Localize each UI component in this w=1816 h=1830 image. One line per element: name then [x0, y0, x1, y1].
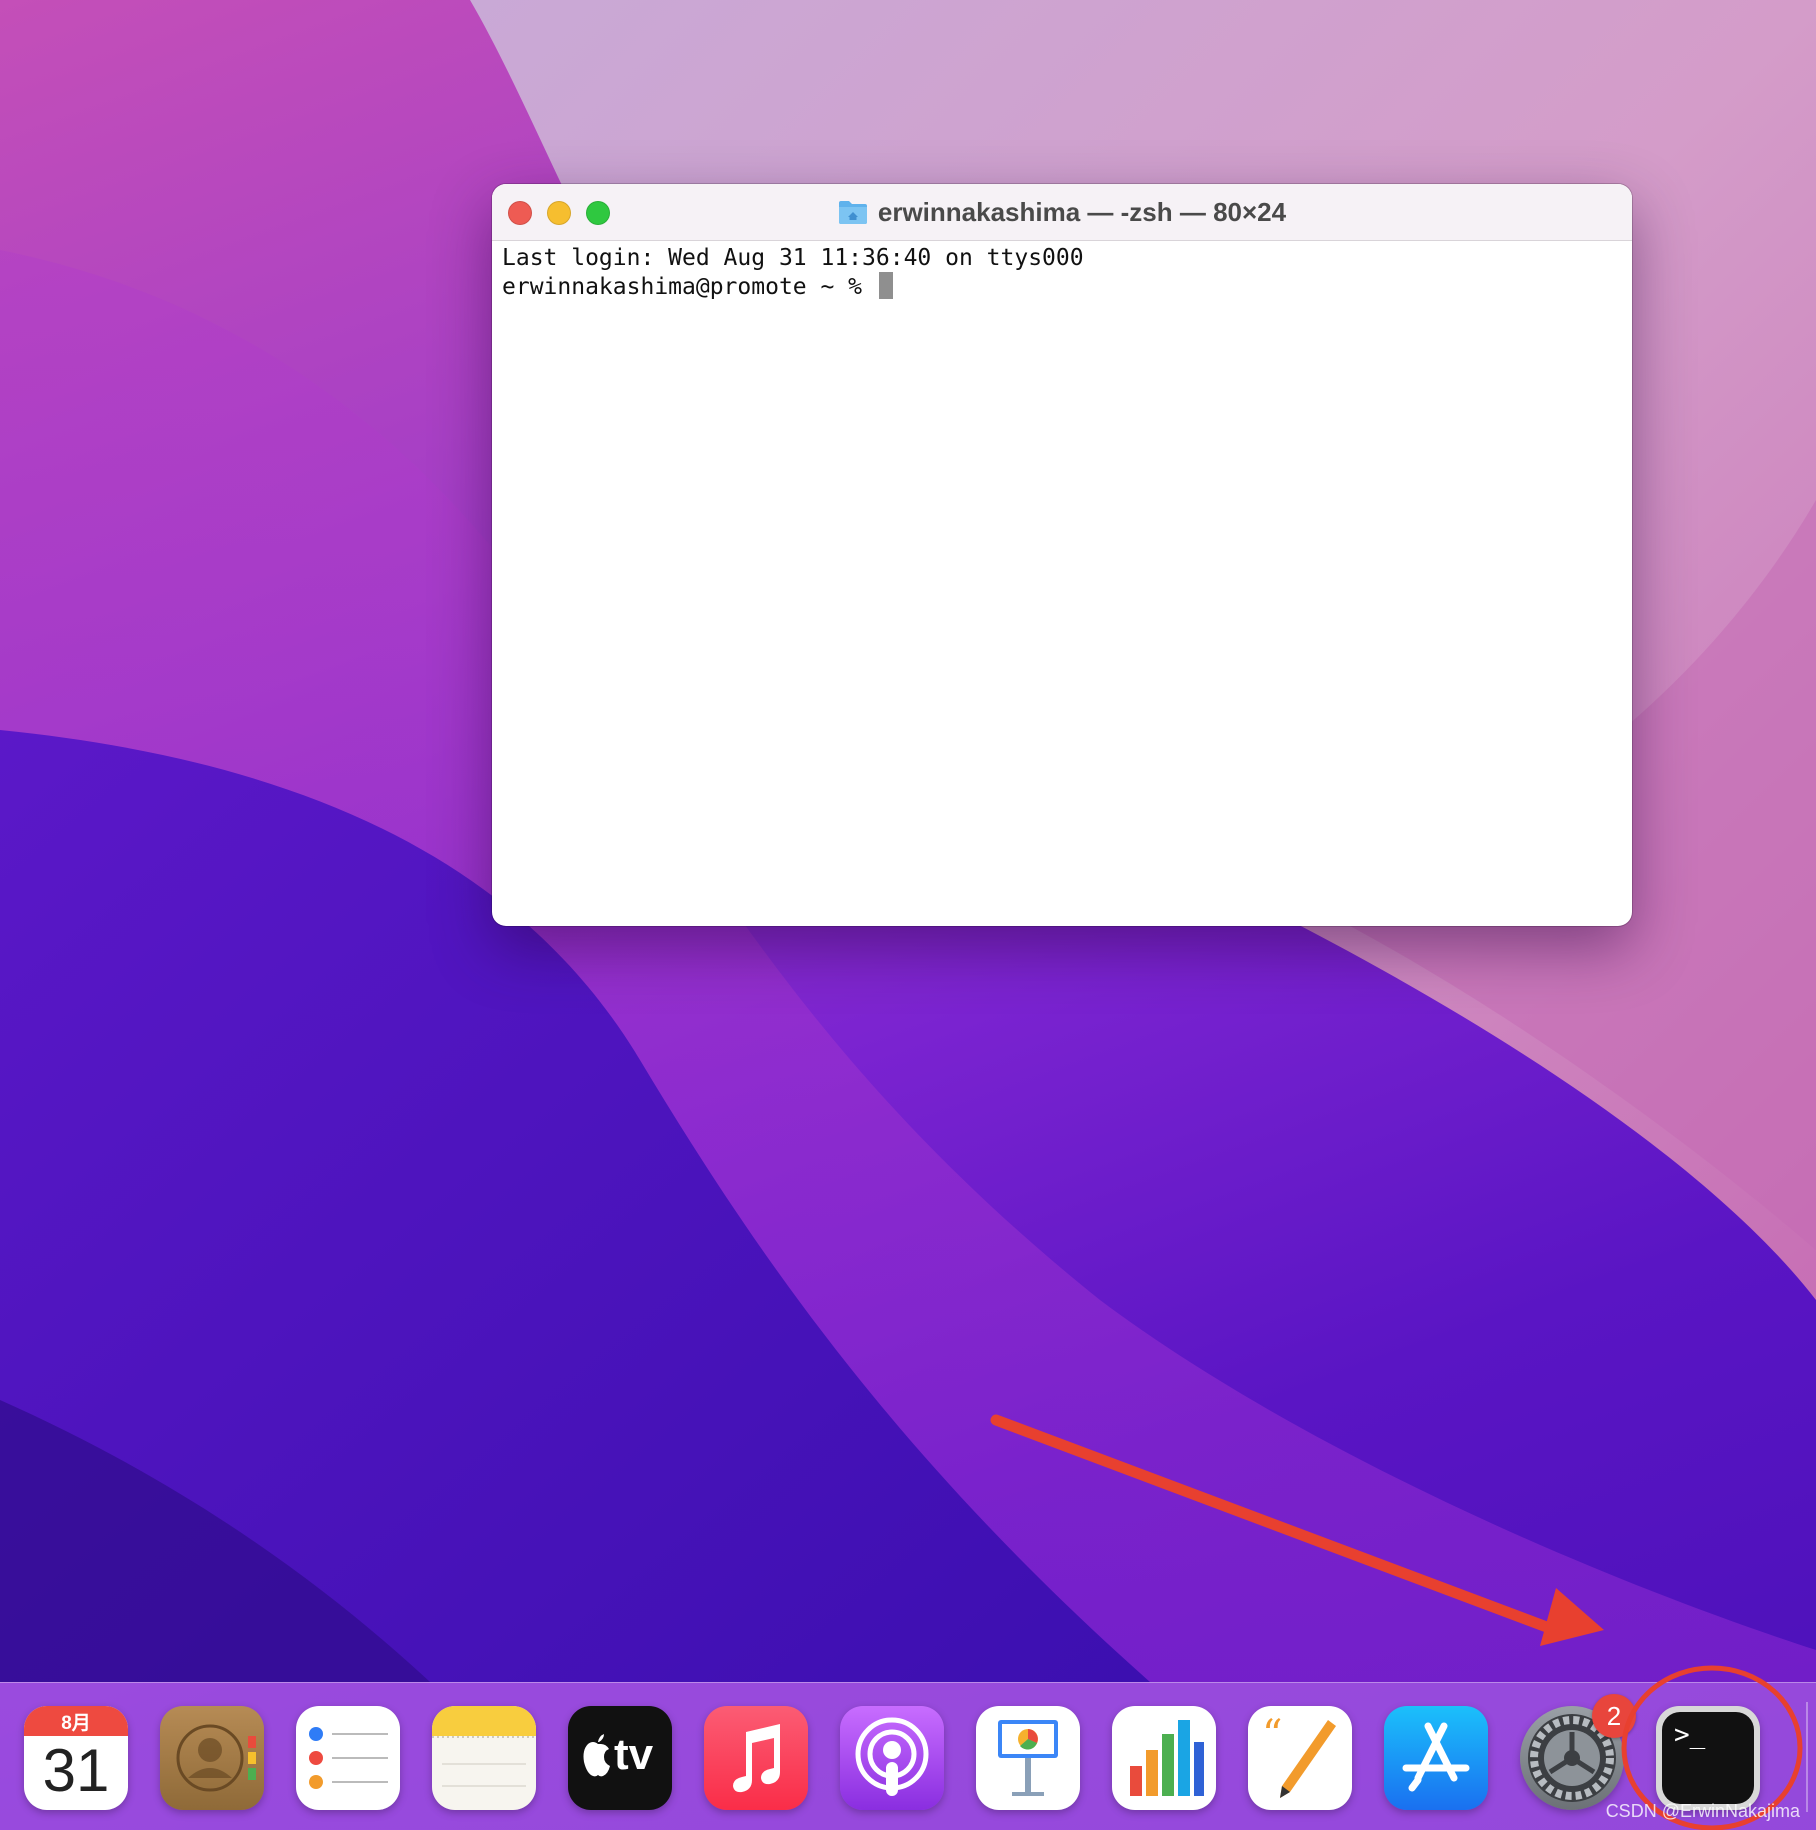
notification-badge: 2 — [1592, 1694, 1636, 1738]
home-folder-icon — [838, 201, 867, 224]
appletv-label: tv — [614, 1730, 654, 1779]
numbers-app-icon[interactable] — [1112, 1706, 1216, 1810]
music-note-icon — [733, 1724, 780, 1793]
terminal-prompt-glyph: >_ — [1674, 1720, 1706, 1750]
text-cursor — [878, 272, 893, 299]
keynote-glyph — [998, 1720, 1058, 1796]
numbers-glyph — [1130, 1720, 1204, 1796]
notes-app-icon[interactable] — [432, 1706, 536, 1810]
last-login-line: Last login: Wed Aug 31 11:36:40 on ttys0… — [502, 245, 1084, 271]
svg-text:“: “ — [1262, 1712, 1282, 1758]
contacts-glyph — [176, 1724, 256, 1792]
calendar-day: 31 — [42, 1737, 110, 1804]
terminal-app-icon[interactable]: >_ — [1656, 1706, 1760, 1810]
dock-divider — [1806, 1702, 1808, 1812]
terminal-window[interactable]: erwinnakashima — -zsh — 80×24 Last login… — [492, 184, 1632, 926]
notes-glyph — [432, 1706, 536, 1787]
appstore-app-icon[interactable] — [1384, 1706, 1488, 1810]
prompt-text: erwinnakashima@promote ~ % — [502, 274, 876, 300]
reminders-glyph — [309, 1727, 388, 1789]
watermark: CSDN @ErwinNakajima — [1605, 1801, 1800, 1821]
calendar-app-icon[interactable]: 8月 31 — [24, 1706, 128, 1810]
window-titlebar[interactable]: erwinnakashima — -zsh — 80×24 — [492, 184, 1632, 241]
pages-app-icon[interactable]: “ — [1248, 1706, 1352, 1810]
window-title: erwinnakashima — -zsh — 80×24 — [877, 196, 1287, 227]
pages-glyph: “ — [1262, 1712, 1336, 1798]
appletv-app-icon[interactable]: tv — [568, 1706, 672, 1810]
music-app-icon[interactable] — [704, 1706, 808, 1810]
keynote-app-icon[interactable] — [976, 1706, 1080, 1810]
prompt-line[interactable]: erwinnakashima@promote ~ % — [502, 272, 1622, 300]
appstore-glyph — [1402, 1722, 1470, 1792]
contacts-app-icon[interactable] — [160, 1706, 264, 1810]
podcasts-app-icon[interactable] — [840, 1706, 944, 1810]
podcasts-glyph — [855, 1717, 929, 1796]
reminders-app-icon[interactable] — [296, 1706, 400, 1810]
desktop: erwinnakashima — -zsh — 80×24 Last login… — [0, 0, 1816, 1830]
terminal-output[interactable]: Last login: Wed Aug 31 11:36:40 on ttys0… — [502, 244, 1622, 916]
calendar-month: 8月 — [61, 1713, 91, 1734]
